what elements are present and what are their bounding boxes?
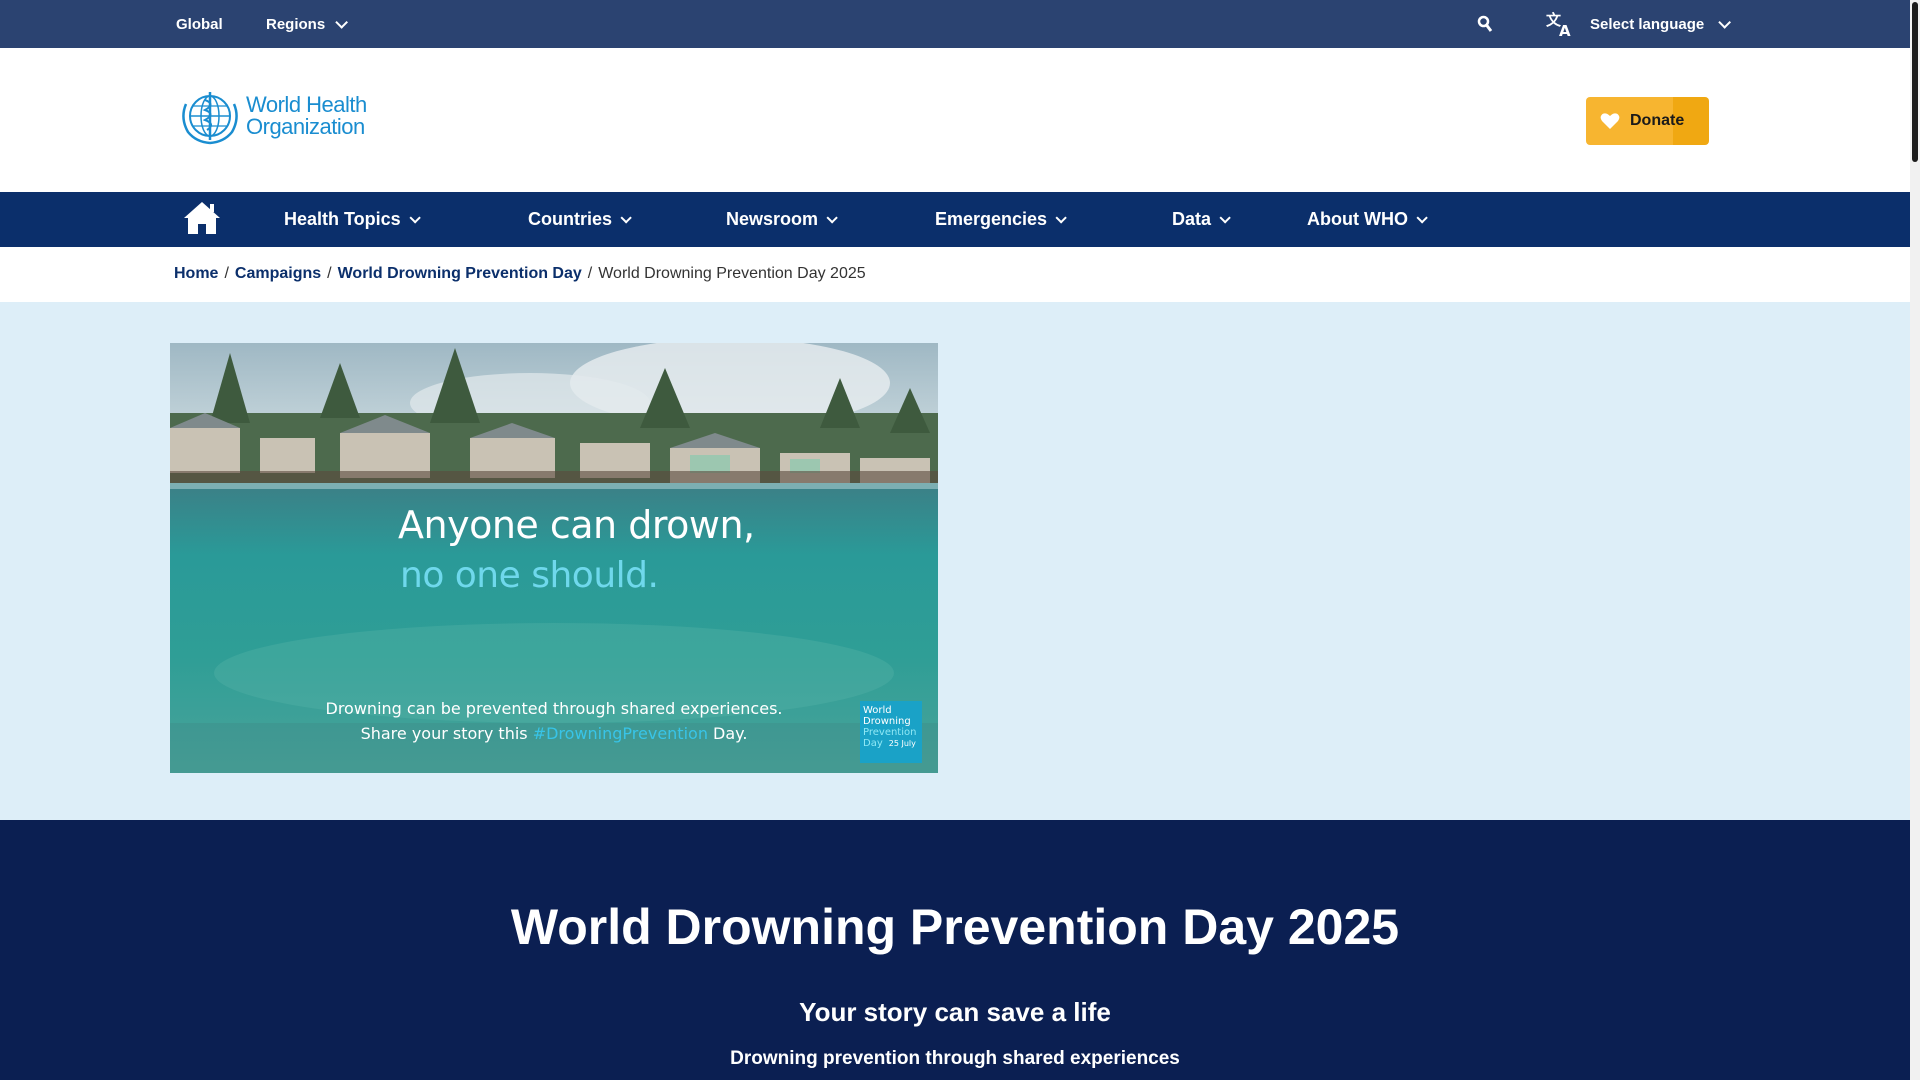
home-icon — [184, 202, 220, 234]
page-subtitle: Your story can save a life — [799, 997, 1111, 1027]
hero-subtext: Drowning can be prevented through shared… — [170, 696, 938, 746]
logo-line-1: World Health — [246, 92, 367, 117]
nav-label: Countries — [528, 209, 613, 229]
campaign-title-banner: World Drowning Prevention Day 2025 Your … — [0, 820, 1910, 1080]
hero-headline-secondary: no one should. — [400, 555, 659, 596]
badge-date: 25 July — [888, 739, 916, 748]
heart-icon — [1600, 113, 1620, 129]
breadcrumb-home[interactable]: Home — [174, 265, 218, 283]
breadcrumb-separator: / — [327, 265, 332, 282]
breadcrumb-separator: / — [224, 265, 229, 282]
svg-text:A: A — [1559, 22, 1571, 37]
badge-line-1: World — [863, 705, 892, 716]
home-button[interactable] — [182, 200, 222, 238]
search-icon — [1477, 15, 1493, 32]
hero-subtext-suffix: Day. — [707, 724, 748, 743]
nav-label: Newsroom — [726, 209, 819, 229]
breadcrumb-separator: / — [587, 265, 593, 282]
donate-label: Donate — [1630, 112, 1685, 129]
breadcrumb-campaigns[interactable]: Campaigns — [235, 265, 321, 283]
regions-dropdown[interactable]: Regions — [266, 0, 349, 48]
nav-data[interactable]: Data — [1172, 192, 1231, 247]
global-label: Global — [176, 15, 223, 33]
global-link[interactable]: Global — [176, 0, 223, 48]
nav-label: Health Topics — [284, 209, 401, 229]
nav-label: Emergencies — [935, 209, 1048, 229]
badge-day: Day — [863, 738, 883, 749]
chevron-down-icon — [409, 211, 421, 224]
nav-newsroom[interactable]: Newsroom — [726, 192, 838, 247]
chevron-down-icon — [335, 15, 349, 29]
hero-headline: Anyone can drown, — [398, 503, 755, 547]
main-navigation: Health Topics Countries Newsroom Emergen… — [0, 192, 1910, 247]
who-emblem-icon — [182, 92, 238, 145]
chevron-down-icon — [1055, 211, 1067, 224]
badge-line-3: Prevention — [863, 727, 917, 738]
chevron-down-icon — [620, 211, 632, 224]
who-logo-link[interactable]: World Health Organization — [178, 86, 367, 146]
page-tagline: Drowning prevention through shared exper… — [730, 1048, 1180, 1069]
site-header: World Health Organization Donate — [0, 48, 1910, 192]
page-scrollbar[interactable] — [1910, 0, 1920, 1080]
hero-hashtag: #DrowningPrevention — [532, 724, 708, 743]
nav-about-who[interactable]: About WHO — [1307, 192, 1428, 247]
hero-subtext-prefix: Share your story this — [360, 724, 533, 743]
wdpd-badge-logo: World Drowning Prevention Day 25 July — [860, 701, 922, 763]
translate-icon: 文 A — [1546, 11, 1571, 37]
page-title: World Drowning Prevention Day 2025 — [510, 899, 1400, 955]
language-label: Select language — [1590, 15, 1705, 33]
hero-subtext-line-2: Share your story this #DrowningPreventio… — [170, 721, 938, 746]
donate-button[interactable]: Donate — [1586, 97, 1709, 145]
hero-subtext-line-1: Drowning can be prevented through shared… — [325, 699, 783, 718]
regions-label: Regions — [266, 15, 326, 33]
search-button[interactable] — [1470, 0, 1500, 48]
nav-label: Data — [1172, 209, 1212, 229]
hero-campaign-image: Anyone can drown, no one should. Drownin… — [170, 343, 938, 773]
chevron-down-icon — [1416, 211, 1428, 224]
scrollbar-thumb[interactable] — [1912, 2, 1918, 162]
nav-health-topics[interactable]: Health Topics — [284, 192, 421, 247]
nav-countries[interactable]: Countries — [528, 192, 632, 247]
breadcrumb-current: World Drowning Prevention Day 2025 — [598, 265, 866, 282]
breadcrumb-world-drowning-prevention-day[interactable]: World Drowning Prevention Day — [338, 265, 582, 283]
breadcrumb: Home / Campaigns / World Drowning Preven… — [174, 265, 866, 283]
chevron-down-icon — [1219, 211, 1231, 224]
badge-line-2: Drowning — [863, 716, 911, 727]
badge-line-4: Day 25 July — [863, 738, 919, 749]
logo-line-2: Organization — [246, 114, 365, 139]
hero-section: Anyone can drown, no one should. Drownin… — [0, 302, 1910, 820]
top-utility-bar: Global Regions 文 A Select language — [0, 0, 1910, 48]
chevron-down-icon — [1718, 15, 1732, 29]
nav-emergencies[interactable]: Emergencies — [935, 192, 1067, 247]
nav-label: About WHO — [1307, 209, 1408, 229]
chevron-down-icon — [826, 211, 838, 224]
who-wordmark: World Health Organization — [246, 94, 367, 138]
language-selector[interactable]: 文 A Select language — [1546, 0, 1732, 48]
